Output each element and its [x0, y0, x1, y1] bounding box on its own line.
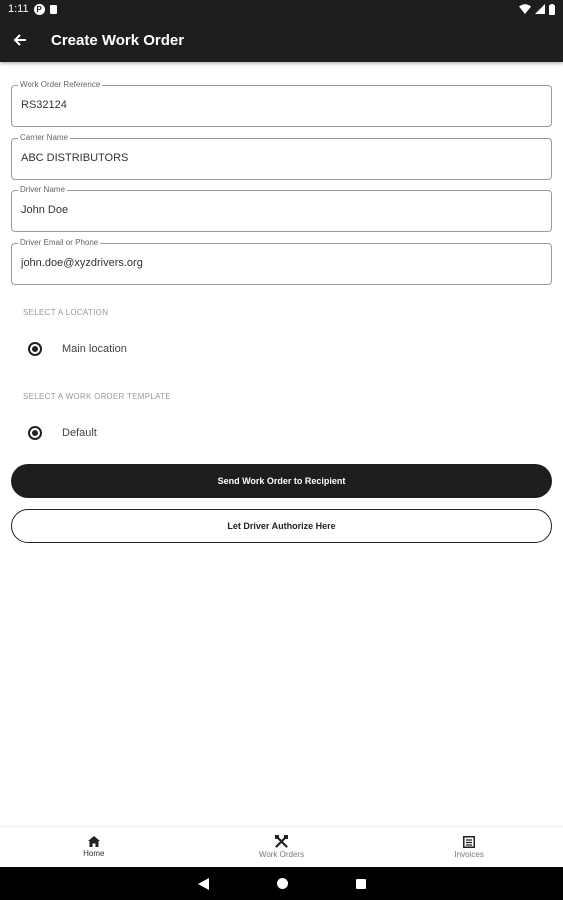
nav-label-work-orders: Work Orders	[258, 850, 305, 859]
location-option-label: Main location	[62, 343, 127, 355]
system-recents-icon[interactable]	[355, 878, 366, 889]
nav-item-invoices[interactable]: Invoices	[375, 827, 563, 867]
driver-name-value[interactable]: John Doe	[21, 204, 541, 216]
radio-selected-icon[interactable]	[28, 342, 42, 356]
parking-notification-icon: P	[33, 3, 45, 15]
status-bar: 1:11 P	[0, 0, 563, 18]
send-work-order-button[interactable]: Send Work Order to Recipient	[11, 464, 552, 498]
arrow-back-icon	[13, 34, 26, 46]
radio-selected-icon[interactable]	[28, 426, 42, 440]
location-option-main[interactable]: Main location	[28, 342, 127, 356]
home-icon	[87, 836, 100, 847]
system-back-icon[interactable]	[197, 877, 209, 890]
driver-name-field[interactable]: Driver Name John Doe	[11, 185, 552, 232]
app-bar: Create Work Order	[0, 18, 563, 62]
signal-icon	[535, 4, 545, 14]
nav-label-invoices: Invoices	[454, 849, 484, 859]
status-time: 1:11	[8, 3, 29, 15]
wifi-icon	[519, 4, 531, 14]
back-button[interactable]	[0, 18, 40, 62]
tools-icon	[275, 835, 288, 848]
system-home-icon[interactable]	[276, 878, 288, 889]
status-left: 1:11 P	[8, 3, 57, 15]
carrier-name-value[interactable]: ABC DISTRIBUTORS	[21, 152, 541, 164]
sd-card-icon	[49, 4, 57, 14]
system-nav-bar	[0, 867, 563, 900]
template-option-default[interactable]: Default	[28, 426, 97, 440]
work-order-reference-label: Work Order Reference	[18, 80, 103, 90]
template-heading: SELECT A WORK ORDER TEMPLATE	[23, 392, 171, 401]
driver-contact-value[interactable]: john.doe@xyzdrivers.org	[21, 257, 541, 269]
nav-item-work-orders[interactable]: Work Orders	[188, 827, 376, 867]
driver-contact-label: Driver Email or Phone	[18, 238, 101, 248]
carrier-name-field[interactable]: Carrier Name ABC DISTRIBUTORS	[11, 133, 552, 180]
nav-label-home: Home	[83, 849, 105, 858]
bottom-nav: Home Work Orders Invoices	[0, 826, 563, 867]
location-heading: SELECT A LOCATION	[23, 308, 109, 317]
carrier-name-label: Carrier Name	[18, 133, 71, 143]
driver-name-label: Driver Name	[18, 185, 67, 195]
driver-contact-field[interactable]: Driver Email or Phone john.doe@xyzdriver…	[11, 238, 552, 285]
page-title: Create Work Order	[51, 31, 185, 49]
driver-authorize-button[interactable]: Let Driver Authorize Here	[11, 509, 552, 543]
work-order-reference-field[interactable]: Work Order Reference RS32124	[11, 80, 552, 127]
status-right	[519, 3, 555, 15]
invoice-icon	[463, 835, 476, 848]
battery-icon	[549, 3, 555, 15]
template-option-label: Default	[62, 427, 97, 439]
work-order-reference-value[interactable]: RS32124	[21, 99, 541, 111]
nav-item-home[interactable]: Home	[0, 827, 188, 867]
